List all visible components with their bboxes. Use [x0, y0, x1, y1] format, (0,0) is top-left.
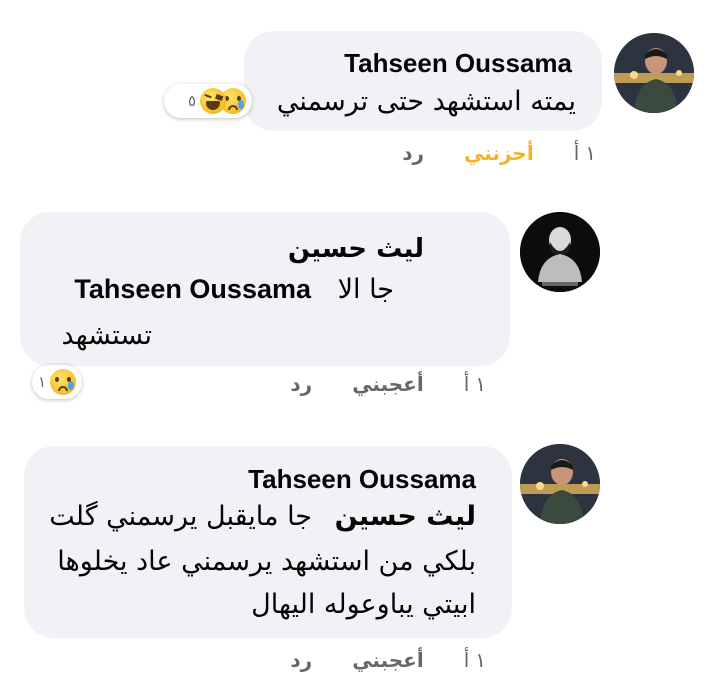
reaction-summary[interactable]: ١: [32, 365, 82, 399]
comment-author[interactable]: Tahseen Oussama: [344, 48, 572, 79]
comment-text: بلكي من استشهد يرسمني عاد يخلوها: [57, 546, 476, 577]
like-count-icon: أ: [463, 372, 470, 396]
like-button[interactable]: أعجبني: [352, 372, 424, 396]
comment-actions: ١ أ أحزنني رد: [402, 141, 596, 165]
comment-actions: ١ أ أعجبني رد: [290, 648, 486, 672]
comment-text-line: جا الا Tahseen Oussama: [74, 274, 394, 305]
reply-button[interactable]: رد: [290, 648, 312, 672]
commenter-avatar[interactable]: [520, 212, 600, 292]
comment-text: جا مايقبل يرسمني گلت: [49, 501, 312, 532]
like-button[interactable]: أعجبني: [352, 648, 424, 672]
comment-bubble: Tahseen Oussama ليث حسين جا مايقبل يرسمن…: [24, 446, 512, 638]
comment-text: يمته استشهد حتى ترسمني: [276, 86, 576, 117]
like-count-icon: أ: [573, 141, 580, 165]
reaction-summary[interactable]: ٥: [164, 84, 252, 118]
comment-author[interactable]: Tahseen Oussama: [248, 464, 476, 495]
comment-actions: ١ أ أعجبني رد: [290, 372, 486, 396]
comment-text: تستشهد: [61, 320, 152, 351]
mention-link[interactable]: ليث حسين: [335, 501, 476, 532]
mention-link[interactable]: Tahseen Oussama: [74, 274, 311, 304]
comment-text-line: ليث حسين جا مايقبل يرسمني گلت: [49, 501, 476, 532]
reply-button[interactable]: رد: [290, 372, 312, 396]
haha-emoji-icon: [200, 88, 226, 114]
person-photo-icon: [520, 212, 600, 292]
comment-bubble: Tahseen Oussama يمته استشهد حتى ترسمني: [244, 31, 602, 131]
comment-author[interactable]: ليث حسين: [288, 234, 424, 264]
sad-emoji-icon: [50, 369, 76, 395]
commenter-avatar[interactable]: [614, 33, 694, 113]
comment-bubble: ليث حسين جا الا Tahseen Oussama تستشهد: [20, 212, 510, 366]
reaction-button[interactable]: أحزنني: [464, 141, 534, 165]
like-count-icon: أ: [463, 648, 470, 672]
comment-text: ابيتي يباوعوله اليهال: [251, 589, 476, 620]
reaction-count: ٥: [187, 92, 196, 110]
commenter-avatar[interactable]: [520, 444, 600, 524]
like-count: ١: [475, 372, 486, 396]
reaction-count: ١: [37, 373, 46, 391]
person-photo-icon: [614, 33, 694, 113]
person-photo-icon: [520, 444, 600, 524]
comment-text: جا الا: [337, 274, 394, 305]
like-count: ١: [475, 648, 486, 672]
like-count: ١: [585, 141, 596, 165]
reply-button[interactable]: رد: [402, 141, 424, 165]
